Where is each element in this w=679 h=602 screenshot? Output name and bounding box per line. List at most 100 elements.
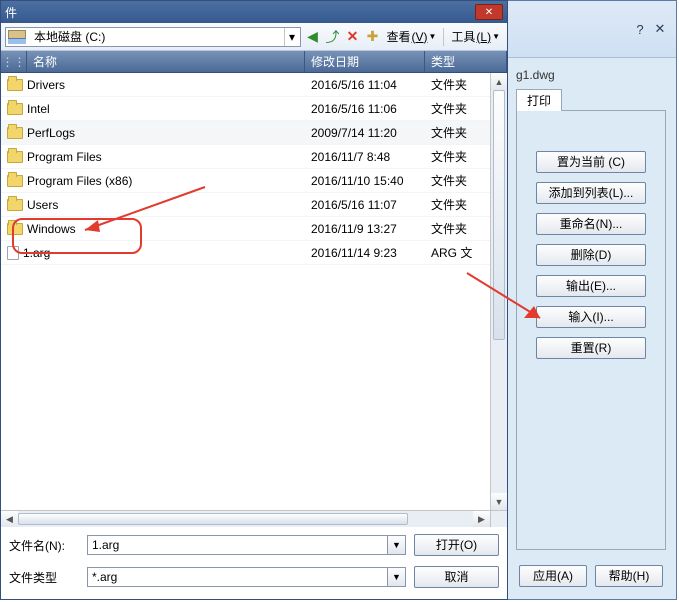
- folder-icon: [7, 223, 23, 235]
- cell-date: 2016/11/14 9:23: [305, 246, 425, 260]
- apply-button[interactable]: 应用(A): [519, 565, 587, 587]
- file-row[interactable]: Intel2016/5/16 11:06文件夹: [1, 97, 507, 121]
- help-icon[interactable]: ?: [632, 21, 648, 37]
- file-row[interactable]: Windows2016/11/9 13:27文件夹: [1, 217, 507, 241]
- chevron-down-icon[interactable]: ▾: [284, 28, 298, 46]
- cell-name: PerfLogs: [1, 126, 305, 140]
- rename-button[interactable]: 重命名(N)...: [536, 213, 646, 235]
- chevron-down-icon[interactable]: ▼: [388, 567, 406, 587]
- cell-date: 2016/5/16 11:04: [305, 78, 425, 92]
- import-button[interactable]: 输入(I)...: [536, 306, 646, 328]
- file-row[interactable]: Program Files (x86)2016/11/10 15:40文件夹: [1, 169, 507, 193]
- col-name-header[interactable]: 名称: [27, 51, 305, 72]
- file-icon: [7, 246, 19, 260]
- cancel-button[interactable]: 取消: [414, 566, 499, 588]
- file-row[interactable]: 1.arg2016/11/14 9:23ARG 文: [1, 241, 507, 265]
- set-current-button[interactable]: 置为当前 (C): [536, 151, 646, 173]
- filename-label: 文件名(N):: [9, 537, 79, 554]
- cell-date: 2016/11/7 8:48: [305, 150, 425, 164]
- scroll-right-icon[interactable]: ▶: [473, 511, 490, 527]
- view-menu-label: 查看: [386, 28, 410, 45]
- file-row[interactable]: Drivers2016/5/16 11:04文件夹: [1, 73, 507, 97]
- col-date-header[interactable]: 修改日期: [305, 51, 425, 72]
- col-type-header[interactable]: 类型: [425, 51, 507, 72]
- help-button[interactable]: 帮助(H): [595, 565, 663, 587]
- folder-icon: [7, 151, 23, 163]
- tools-menu-label: 工具: [451, 28, 475, 45]
- file-dialog-toolbar: 本地磁盘 (C:) ▾ ◀ ⤴ ✕ ✚ 查看 (V) ▼ 工具 (L) ▼: [1, 23, 507, 51]
- row-handle-header[interactable]: ⋮⋮: [1, 51, 27, 72]
- tools-menu-key: (L): [476, 30, 491, 44]
- hscroll-track[interactable]: [18, 511, 473, 527]
- chevron-down-icon[interactable]: ▼: [388, 535, 406, 555]
- file-name: 1.arg: [23, 246, 50, 260]
- filetype-label: 文件类型: [9, 569, 79, 586]
- scroll-thumb[interactable]: [493, 90, 505, 340]
- filename-input[interactable]: [87, 535, 388, 555]
- file-list-header: ⋮⋮ 名称 修改日期 类型: [1, 51, 507, 73]
- cell-name: Program Files (x86): [1, 174, 305, 188]
- drive-icon: [8, 30, 26, 44]
- file-name: Program Files (x86): [27, 174, 132, 188]
- print-tab-panel: 置为当前 (C) 添加到列表(L)... 重命名(N)... 删除(D) 输出(…: [516, 110, 666, 550]
- current-file-label: g1.dwg: [516, 68, 666, 82]
- view-menu[interactable]: 查看 (V) ▼: [383, 28, 439, 45]
- cell-date: 2016/5/16 11:06: [305, 102, 425, 116]
- file-name: Intel: [27, 102, 50, 116]
- toolbar-separator: [443, 28, 444, 46]
- cell-date: 2009/7/14 11:20: [305, 126, 425, 140]
- folder-icon: [7, 199, 23, 211]
- cell-name: Intel: [1, 102, 305, 116]
- path-text: 本地磁盘 (C:): [34, 28, 105, 45]
- cell-name: Users: [1, 198, 305, 212]
- folder-icon: [7, 103, 23, 115]
- file-open-dialog: 件 ✕ 本地磁盘 (C:) ▾ ◀ ⤴ ✕ ✚ 查看 (V) ▼ 工具 (L) …: [0, 0, 508, 600]
- hscroll-thumb[interactable]: [18, 513, 408, 525]
- scroll-up-icon[interactable]: ▲: [491, 73, 507, 90]
- close-icon[interactable]: ✕: [475, 4, 503, 20]
- file-name: Program Files: [27, 150, 102, 164]
- cell-name: Program Files: [1, 150, 305, 164]
- folder-icon: [7, 175, 23, 187]
- file-dialog-title: 件: [5, 4, 17, 21]
- path-combobox[interactable]: 本地磁盘 (C:) ▾: [5, 27, 301, 47]
- open-button[interactable]: 打开(O): [414, 534, 499, 556]
- filetype-input[interactable]: [87, 567, 388, 587]
- view-menu-key: (V): [411, 30, 427, 44]
- tools-menu[interactable]: 工具 (L) ▼: [448, 28, 503, 45]
- scrollbar-corner: [490, 511, 507, 527]
- scroll-left-icon[interactable]: ◀: [1, 511, 18, 527]
- filename-combobox[interactable]: ▼: [87, 535, 406, 555]
- file-row[interactable]: PerfLogs2009/7/14 11:20文件夹: [1, 121, 507, 145]
- filetype-combobox[interactable]: ▼: [87, 567, 406, 587]
- print-settings-dialog: ? ✕ g1.dwg 打印 置为当前 (C) 添加到列表(L)... 重命名(N…: [505, 0, 677, 600]
- back-icon[interactable]: ◀: [303, 28, 321, 46]
- chevron-down-icon: ▼: [492, 32, 500, 41]
- cell-date: 2016/11/10 15:40: [305, 174, 425, 188]
- cell-date: 2016/11/9 13:27: [305, 222, 425, 236]
- file-list: ⋮⋮ 名称 修改日期 类型 Drivers2016/5/16 11:04文件夹 I…: [1, 51, 507, 510]
- print-bottom-buttons: 应用(A) 帮助(H): [506, 565, 676, 587]
- reset-button[interactable]: 重置(R): [536, 337, 646, 359]
- print-dialog-body: g1.dwg 打印 置为当前 (C) 添加到列表(L)... 重命名(N)...…: [506, 58, 676, 599]
- cell-name: Drivers: [1, 78, 305, 92]
- delete-icon[interactable]: ✕: [343, 28, 361, 46]
- close-icon[interactable]: ✕: [652, 21, 668, 37]
- delete-button[interactable]: 删除(D): [536, 244, 646, 266]
- vertical-scrollbar[interactable]: ▲ ▼: [490, 73, 507, 510]
- scroll-down-icon[interactable]: ▼: [491, 493, 507, 510]
- add-to-list-button[interactable]: 添加到列表(L)...: [536, 182, 646, 204]
- horizontal-scrollbar[interactable]: ◀ ▶: [1, 510, 507, 527]
- file-dialog-footer: 文件名(N): ▼ 打开(O) 文件类型 ▼ 取消: [1, 527, 507, 599]
- file-name: Windows: [27, 222, 76, 236]
- print-tab[interactable]: 打印: [516, 89, 562, 111]
- file-row[interactable]: Program Files2016/11/7 8:48文件夹: [1, 145, 507, 169]
- file-row[interactable]: Users2016/5/16 11:07文件夹: [1, 193, 507, 217]
- file-name: PerfLogs: [27, 126, 75, 140]
- print-dialog-titlebar: ? ✕: [506, 1, 676, 58]
- up-folder-icon[interactable]: ⤴: [323, 28, 341, 46]
- new-folder-icon[interactable]: ✚: [363, 28, 381, 46]
- file-name: Users: [27, 198, 58, 212]
- export-button[interactable]: 输出(E)...: [536, 275, 646, 297]
- file-list-body[interactable]: Drivers2016/5/16 11:04文件夹 Intel 2016/5/16 …: [1, 73, 507, 510]
